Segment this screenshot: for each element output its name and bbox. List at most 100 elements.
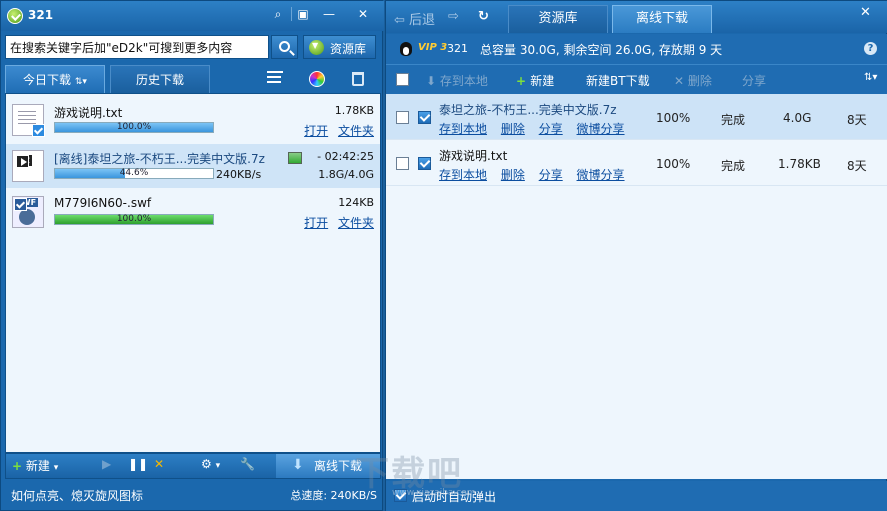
download-speed: 240KB/s: [216, 168, 262, 181]
share-button[interactable]: 分享: [742, 72, 766, 89]
row-links: 存到本地 删除 分享 微博分享: [433, 166, 625, 183]
chevron-down-icon: ▾: [53, 463, 59, 473]
search-input[interactable]: 在搜索关键字后加"eD2k"可搜到更多内容: [5, 35, 269, 59]
new-bt-download-button[interactable]: 新建BT下载: [586, 72, 650, 89]
new-task-button[interactable]: + 新建 ▾: [12, 457, 58, 474]
weibo-share-link[interactable]: 微博分享: [577, 122, 625, 136]
list-item[interactable]: 游戏说明.txt 1.78KB 100.0% 打开 文件夹: [6, 98, 380, 142]
trash-icon[interactable]: [352, 72, 364, 86]
file-size: 124KB: [338, 196, 374, 209]
skin-color-icon[interactable]: [309, 71, 325, 87]
tab-history-downloads[interactable]: 历史下载: [110, 65, 210, 93]
tab-label: 离线下载: [635, 11, 688, 26]
file-name: [离线]泰坦之旅-不朽王...完美中文版.7z: [54, 152, 265, 166]
file-size: 1.78KB: [778, 157, 821, 171]
share-link[interactable]: 分享: [539, 168, 563, 182]
list-view-icon[interactable]: [267, 71, 283, 87]
refresh-icon[interactable]: ↻: [478, 9, 489, 24]
delete-label: 删除: [687, 74, 712, 88]
tab-offline-download[interactable]: 离线下载: [612, 5, 712, 33]
progress-value: 100%: [656, 157, 691, 171]
storage-capacity: 总容量 30.0G, 剩余空间 26.0G, 存放期 9 天: [480, 43, 723, 57]
row-checkbox[interactable]: [396, 157, 409, 170]
status-text: 完成: [721, 113, 746, 127]
close-icon[interactable]: ✕: [354, 5, 372, 23]
file-size: 1.8G/4.0G: [318, 168, 374, 181]
vip-info-bar: VIP 3 321 总容量 30.0G, 剩余空间 26.0G, 存放期 9 天…: [386, 34, 887, 64]
resource-library-button[interactable]: 资源库: [303, 35, 376, 59]
status-bar: 如何点亮、熄灭旋风图标 总速度: 240KB/S: [5, 482, 381, 508]
folder-link[interactable]: 文件夹: [338, 216, 374, 230]
close-icon[interactable]: ✕: [860, 5, 871, 20]
new-button[interactable]: + 新建: [516, 72, 554, 89]
file-check-icon: [418, 157, 431, 170]
vip-badge: VIP 3: [418, 42, 448, 53]
time-left: - 02:42:25: [317, 150, 374, 163]
archive-file-icon: 7z: [12, 150, 44, 182]
tab-label: 历史下载: [135, 73, 184, 87]
save-local-link[interactable]: 存到本地: [439, 122, 487, 136]
sort-dropdown-icon[interactable]: ⇅▾: [75, 77, 87, 87]
browser-nav-bar: ⇦ 后退 ⇨ ↻ 资源库 离线下载 ✕: [386, 1, 887, 33]
pause-icon[interactable]: ❚❚: [128, 457, 148, 471]
share-link[interactable]: 分享: [539, 122, 563, 136]
divider: [291, 7, 292, 21]
offline-status-icon: [288, 152, 302, 164]
settings-gear-icon[interactable]: ⚙ ▾: [201, 457, 220, 471]
list-item[interactable]: 7z [离线]泰坦之旅-不朽王...完美中文版.7z - 02:42:25 44…: [6, 144, 380, 188]
tab-label: 资源库: [538, 11, 578, 26]
open-link[interactable]: 打开: [304, 216, 328, 230]
qq-penguin-icon: [400, 42, 412, 56]
file-name: M779I6N60-.swf: [54, 196, 152, 210]
help-icon[interactable]: ?: [864, 42, 877, 55]
feedback-icon[interactable]: ⌕: [269, 5, 287, 23]
delete-icon: ✕: [674, 74, 688, 88]
days-remaining: 8天: [847, 159, 867, 173]
title-bar: 321 ⌕ ▣ — ✕: [1, 1, 384, 31]
row-checkbox[interactable]: [396, 111, 409, 124]
status-text: 完成: [721, 159, 746, 173]
row-actions: 打开 文件夹: [298, 122, 374, 139]
back-button[interactable]: ⇦ 后退: [394, 9, 435, 28]
file-name: 游戏说明.txt: [439, 149, 508, 163]
save-local-button[interactable]: ⬇ 存到本地: [426, 72, 488, 89]
progress-text: 100.0%: [116, 214, 152, 224]
list-item[interactable]: SWF M779I6N60-.swf 124KB 100.0% 打开 文件夹: [6, 190, 380, 234]
table-row[interactable]: 泰坦之旅-不朽王...完美中文版.7z 存到本地 删除 分享 微博分享 100%…: [386, 94, 887, 140]
delete-icon[interactable]: ✕: [154, 457, 164, 471]
progress-bar: 100.0%: [54, 214, 214, 225]
help-tip-link[interactable]: 如何点亮、熄灭旋风图标: [11, 487, 143, 504]
forward-arrow-icon[interactable]: ⇨: [448, 9, 459, 24]
download-arrow-icon: [309, 40, 324, 55]
open-link[interactable]: 打开: [304, 124, 328, 138]
offline-task-list: 泰坦之旅-不朽王...完美中文版.7z 存到本地 删除 分享 微博分享 100%…: [386, 94, 887, 479]
row-actions: 打开 文件夹: [298, 214, 374, 231]
days-remaining: 8天: [847, 113, 867, 127]
save-local-link[interactable]: 存到本地: [439, 168, 487, 182]
sort-icon[interactable]: ⇅▾: [864, 72, 877, 83]
progress-value: 100%: [656, 111, 691, 125]
bottom-toolbar: + 新建 ▾ ▶ ❚❚ ✕ ⚙ ▾ 🔧 ⬇ 离线下载: [5, 453, 381, 479]
download-tabs: 今日下载 ⇅▾ 历史下载: [5, 65, 381, 93]
table-row[interactable]: 游戏说明.txt 存到本地 删除 分享 微博分享 100% 完成 1.78KB …: [386, 140, 887, 186]
progress-text: 100.0%: [116, 122, 152, 132]
wrench-icon[interactable]: 🔧: [240, 457, 255, 471]
tab-resource-library[interactable]: 资源库: [508, 5, 608, 33]
folder-link[interactable]: 文件夹: [338, 124, 374, 138]
new-label: 新建: [25, 459, 50, 473]
file-name: 游戏说明.txt: [54, 106, 123, 120]
start-icon[interactable]: ▶: [102, 457, 111, 471]
minimize-icon[interactable]: —: [320, 5, 338, 23]
delete-link[interactable]: 删除: [501, 122, 525, 136]
search-button[interactable]: [271, 35, 298, 59]
download-manager-panel: 321 ⌕ ▣ — ✕ 在搜索关键字后加"eD2k"可搜到更多内容 资源库 今日…: [0, 0, 384, 511]
menu-icon[interactable]: ▣: [294, 5, 312, 23]
search-icon: [279, 41, 290, 52]
progress-bar: 44.6%: [54, 168, 214, 179]
delete-link[interactable]: 删除: [501, 168, 525, 182]
offline-download-panel: ⇦ 后退 ⇨ ↻ 资源库 离线下载 ✕ VIP 3 321 总容量 30.0G,…: [385, 0, 887, 511]
weibo-share-link[interactable]: 微博分享: [577, 168, 625, 182]
delete-button[interactable]: ✕ 删除: [674, 72, 712, 89]
tab-today-downloads[interactable]: 今日下载 ⇅▾: [5, 65, 105, 93]
select-all-checkbox[interactable]: [396, 73, 409, 86]
